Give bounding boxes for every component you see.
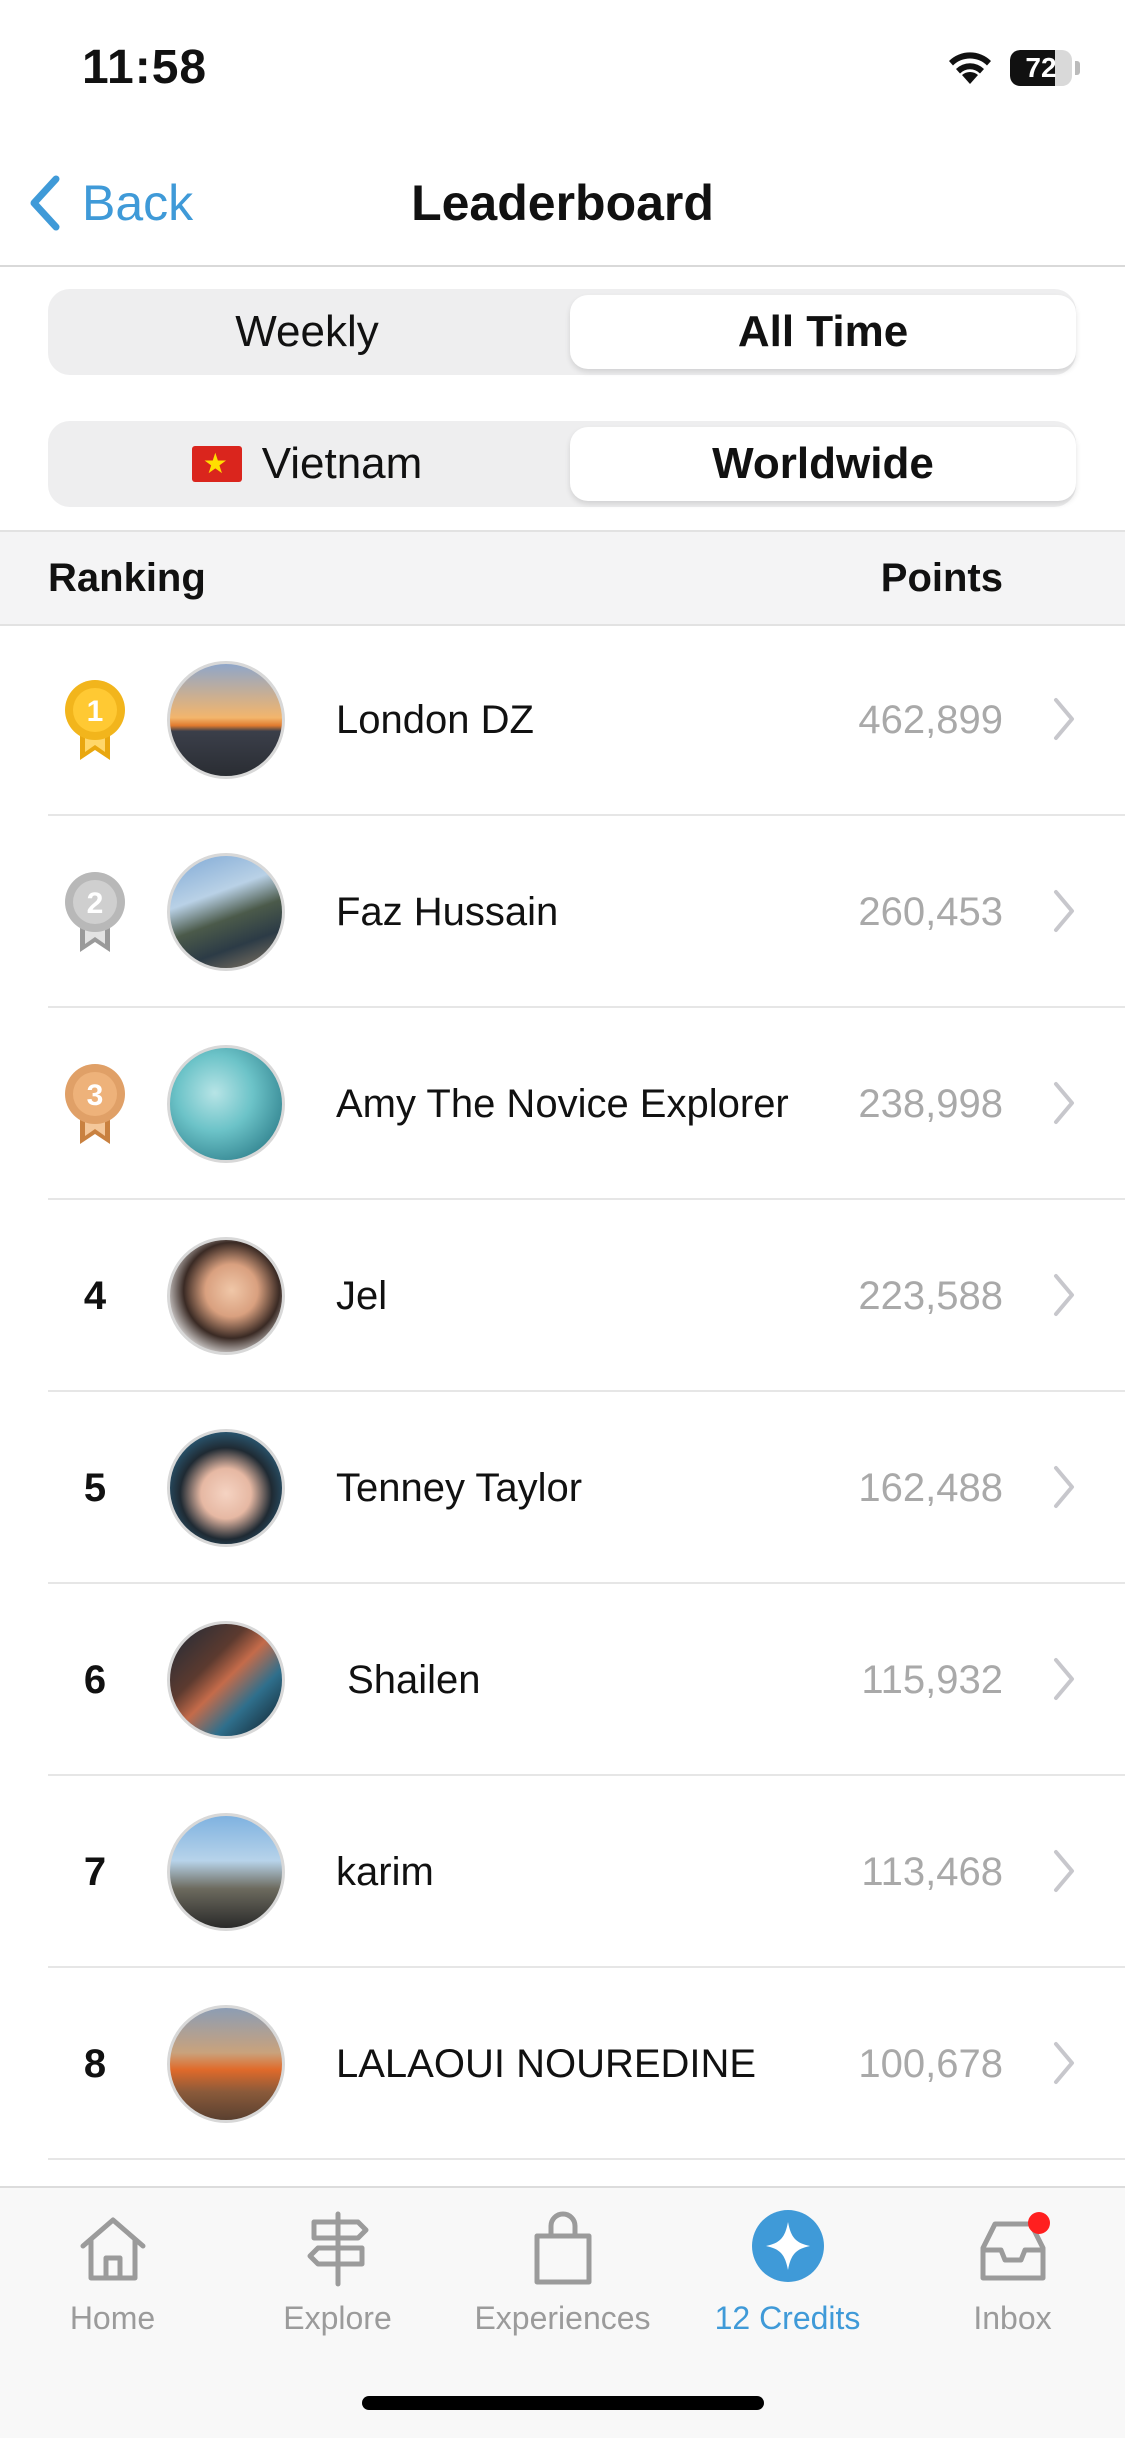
- leaderboard-row[interactable]: 2 Faz Hussain 260,453: [0, 816, 1125, 1008]
- region-segmented-control: ★ Vietnam Worldwide: [48, 421, 1076, 507]
- points-column-header: Points: [880, 556, 1003, 600]
- user-points: 260,453: [858, 890, 1003, 934]
- tab-credits[interactable]: 12 Credits: [675, 2208, 900, 2358]
- chevron-right-icon: [1054, 1082, 1074, 1124]
- avatar: [167, 1621, 285, 1739]
- chevron-right-icon: [1054, 1658, 1074, 1700]
- tab-home[interactable]: Home: [0, 2208, 225, 2358]
- user-points: 162,488: [858, 1466, 1003, 1510]
- segment-vietnam-label: Vietnam: [261, 439, 423, 488]
- tab-explore-label: Explore: [283, 2300, 392, 2336]
- tab-credits-label: 12 Credits: [714, 2300, 861, 2336]
- avatar: [167, 1429, 285, 1547]
- medal-rank: 3: [87, 1079, 104, 1112]
- chevron-right-icon: [1054, 1274, 1074, 1316]
- chevron-right-icon: [1054, 698, 1074, 740]
- avatar: [167, 1237, 285, 1355]
- user-name: Jel: [336, 1274, 388, 1318]
- segment-weekly[interactable]: Weekly: [54, 295, 560, 369]
- medal-rank: 2: [87, 887, 104, 920]
- vietnam-flag-icon: ★: [191, 446, 242, 482]
- battery-indicator: 72: [1010, 50, 1080, 86]
- chevron-right-icon: [1054, 1466, 1074, 1508]
- status-time: 11:58: [82, 41, 208, 94]
- leaderboard-row[interactable]: 1 London DZ 462,899: [0, 624, 1125, 816]
- avatar: [167, 853, 285, 971]
- leaderboard-row[interactable]: 3 Amy The Novice Explorer 238,998: [0, 1008, 1125, 1200]
- page-title: Leaderboard: [411, 175, 714, 231]
- bronze-medal-icon: 3: [65, 1064, 125, 1144]
- tab-experiences-label: Experiences: [474, 2300, 651, 2336]
- segment-all-time[interactable]: All Time: [570, 295, 1076, 369]
- tab-inbox-label: Inbox: [973, 2300, 1052, 2336]
- user-name: London DZ: [336, 698, 534, 742]
- tab-home-label: Home: [69, 2300, 156, 2336]
- notification-badge: [1028, 2212, 1050, 2234]
- home-indicator: [362, 2396, 764, 2410]
- rank-number: 6: [83, 1658, 107, 1702]
- tab-experiences[interactable]: Experiences: [450, 2208, 675, 2358]
- silver-medal-icon: 2: [65, 872, 125, 952]
- user-points: 115,932: [861, 1658, 1003, 1702]
- gold-medal-icon: 1: [65, 680, 125, 760]
- avatar: [167, 1045, 285, 1163]
- leaderboard-row[interactable]: 4 Jel 223,588: [0, 1200, 1125, 1392]
- user-name: karim: [336, 1850, 434, 1894]
- leaderboard-row[interactable]: 7 karim 113,468: [0, 1776, 1125, 1968]
- chevron-right-icon: [1054, 2042, 1074, 2084]
- leaderboard-row[interactable]: 8 LALAOUI NOUREDINE 100,678: [0, 1968, 1125, 2160]
- ranking-column-header: Ranking: [48, 556, 206, 600]
- leaderboard-row[interactable]: 6 Shailen 115,932: [0, 1584, 1125, 1776]
- wifi-icon: [949, 52, 991, 84]
- user-points: 238,998: [858, 1082, 1003, 1126]
- rank-number: 4: [83, 1274, 107, 1318]
- tab-inbox[interactable]: Inbox: [900, 2208, 1125, 2358]
- shopping-bag-icon: [534, 2211, 591, 2285]
- avatar: [167, 2005, 285, 2123]
- navigation-bar: Back Leaderboard: [0, 140, 1125, 267]
- avatar: [167, 1813, 285, 1931]
- rank-number: 7: [83, 1850, 107, 1894]
- user-points: 223,588: [858, 1274, 1003, 1318]
- segment-worldwide[interactable]: Worldwide: [570, 427, 1076, 501]
- battery-percent: 72: [1025, 52, 1057, 83]
- table-header: Ranking Points: [0, 530, 1125, 626]
- rank-number: 5: [83, 1466, 107, 1510]
- tab-explore[interactable]: Explore: [225, 2208, 450, 2358]
- user-name: LALAOUI NOUREDINE: [336, 2042, 757, 2086]
- avatar: [167, 661, 285, 779]
- leaderboard-list: 1 London DZ 462,899 2 Faz Hussain 260,45…: [0, 624, 1125, 2160]
- status-bar: 11:58 72: [0, 0, 1125, 140]
- user-points: 113,468: [861, 1850, 1003, 1894]
- segment-vietnam[interactable]: ★ Vietnam: [54, 427, 560, 501]
- leaderboard-row[interactable]: 5 Tenney Taylor 162,488: [0, 1392, 1125, 1584]
- user-name: Faz Hussain: [336, 890, 559, 934]
- user-name: Shailen: [336, 1658, 481, 1702]
- user-points: 100,678: [858, 2042, 1003, 2086]
- user-name: Amy The Novice Explorer: [336, 1082, 789, 1126]
- credits-star-icon: [751, 2210, 824, 2282]
- signpost-icon: [307, 2211, 368, 2287]
- period-segmented-control: Weekly All Time: [48, 289, 1076, 375]
- chevron-right-icon: [1054, 890, 1074, 932]
- chevron-right-icon: [1054, 1850, 1074, 1892]
- rank-number: 8: [83, 2042, 107, 2086]
- medal-rank: 1: [87, 695, 104, 728]
- user-name: Tenney Taylor: [336, 1466, 583, 1510]
- home-icon: [80, 2217, 145, 2281]
- user-points: 462,899: [858, 698, 1003, 742]
